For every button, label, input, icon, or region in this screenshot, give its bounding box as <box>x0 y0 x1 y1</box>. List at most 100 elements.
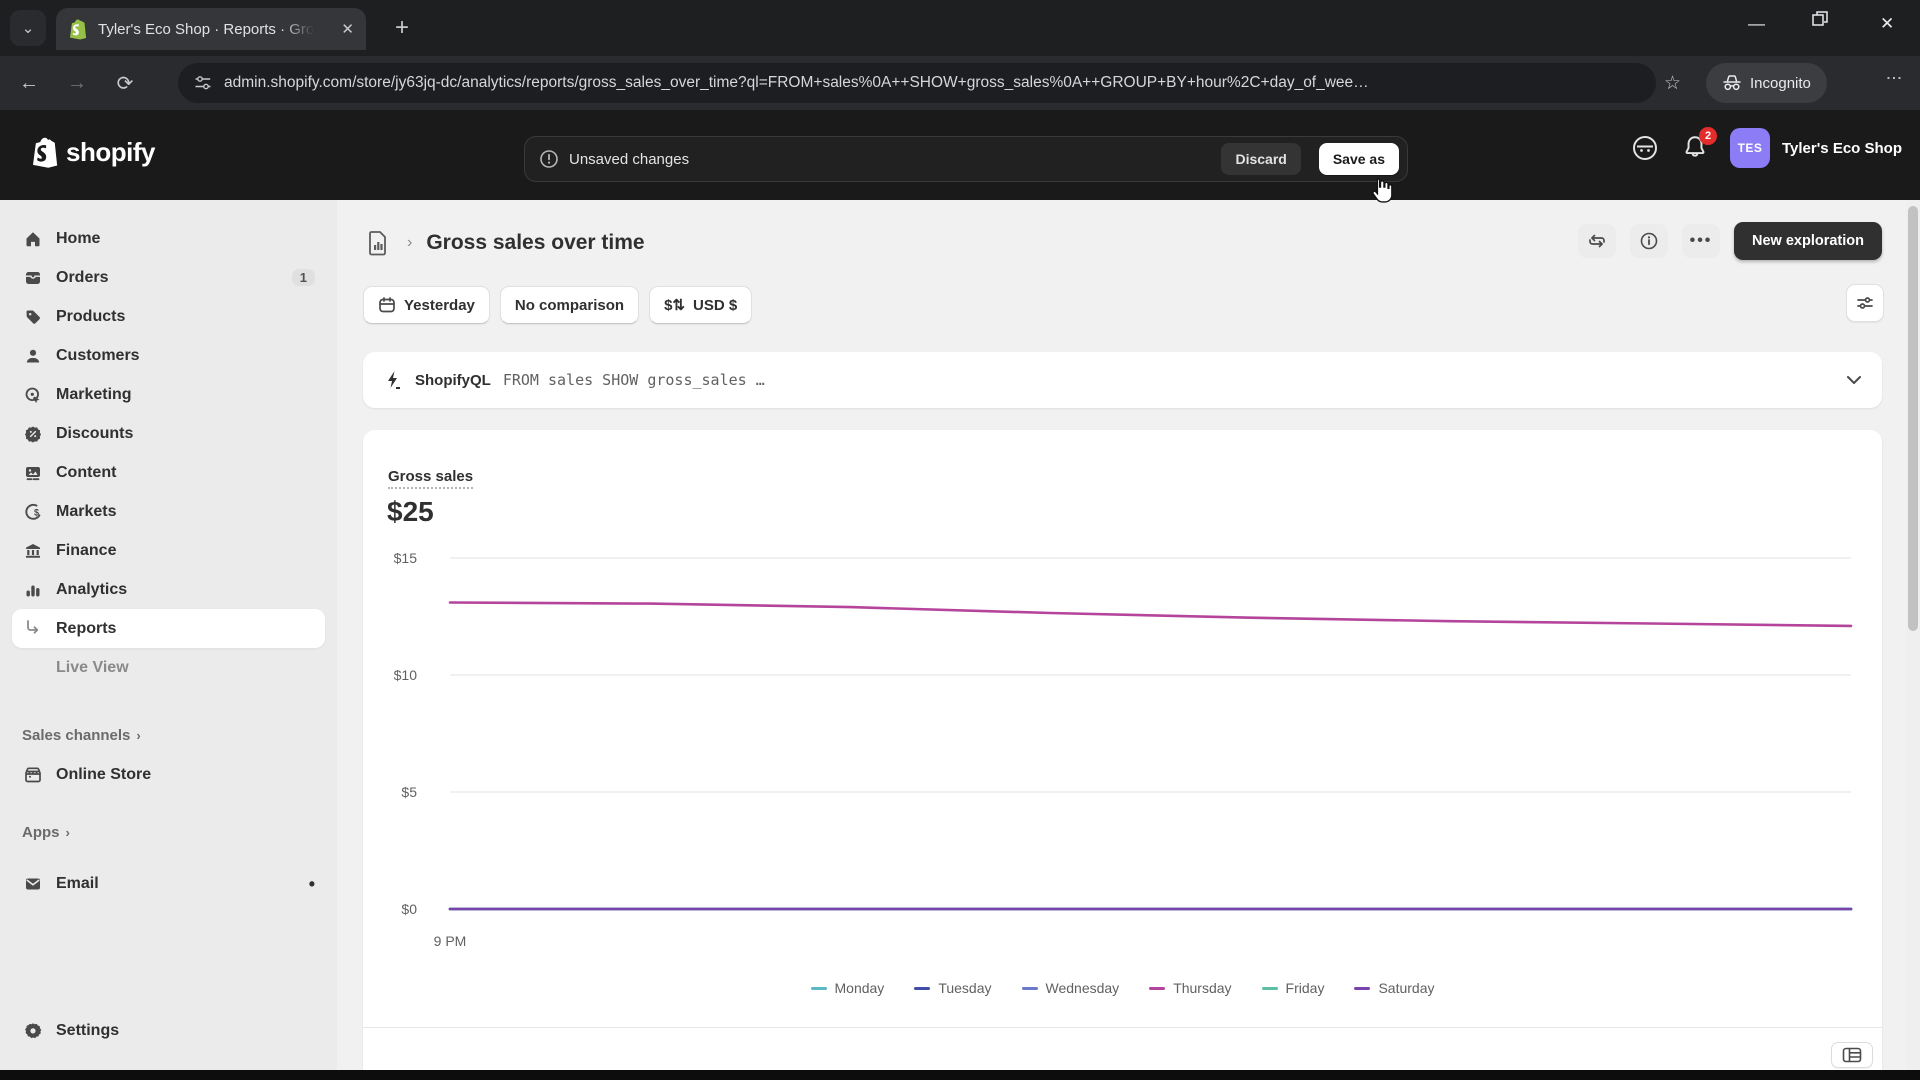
sidebar-item-home[interactable]: Home <box>12 219 325 258</box>
sidebar-item-products[interactable]: Products <box>12 297 325 336</box>
sidebar-item-online-store[interactable]: Online Store <box>12 755 325 794</box>
sidebar-item-content[interactable]: Content <box>12 453 325 492</box>
sidebar-item-label: Analytics <box>56 581 127 599</box>
tab-close-icon[interactable]: ✕ <box>341 20 354 38</box>
bookmark-star-icon[interactable]: ☆ <box>1664 72 1681 95</box>
chart-settings-button[interactable] <box>1846 284 1884 322</box>
sidebar-item-settings[interactable]: Settings <box>12 1011 325 1050</box>
unsaved-changes-banner: Unsaved changes Discard Save as <box>524 136 1408 182</box>
sidebar-item-customers[interactable]: Customers <box>12 336 325 375</box>
legend-item-friday[interactable]: Friday <box>1262 980 1325 996</box>
report-file-icon[interactable] <box>363 226 393 260</box>
apps-header[interactable]: Apps › <box>12 813 325 852</box>
sidebar-item-label: Home <box>56 230 100 248</box>
finance-icon <box>22 541 44 561</box>
tab-title: Tyler's Eco Shop · Reports · Gro <box>98 21 314 38</box>
orders-count-badge: 1 <box>292 269 315 286</box>
window-restore-icon[interactable] <box>1812 11 1828 32</box>
window-minimize-icon[interactable]: — <box>1748 14 1765 34</box>
breadcrumb-chevron-icon: › <box>407 234 412 252</box>
rerun-query-icon[interactable] <box>1578 224 1616 258</box>
comparison-filter-button[interactable]: No comparison <box>500 286 639 324</box>
browser-tab[interactable]: Tyler's Eco Shop · Reports · Gro ✕ <box>56 8 366 50</box>
y-axis-tick: $5 <box>371 784 417 800</box>
legend-label: Monday <box>835 980 885 996</box>
url-bar[interactable]: admin.shopify.com/store/jy63jq-dc/analyt… <box>178 63 1656 103</box>
legend-swatch <box>1354 987 1370 990</box>
shopifyql-query: FROM sales SHOW gross_sales … <box>503 371 765 389</box>
sidebar-item-label: Reports <box>56 620 116 638</box>
store-name: Tyler's Eco Shop <box>1782 140 1902 157</box>
currency-filter-button[interactable]: $⇅ USD $ <box>649 286 752 324</box>
legend-item-thursday[interactable]: Thursday <box>1149 980 1231 996</box>
content-icon <box>22 463 44 483</box>
tab-search-chevron-icon[interactable]: ⌄ <box>10 10 46 46</box>
sidebar: Home Orders1ProductsCustomers Marketing Dis… <box>0 200 337 1072</box>
back-icon[interactable]: ← <box>12 72 46 95</box>
customers-icon <box>22 346 44 366</box>
shopifyql-label: ShopifyQL <box>415 372 491 389</box>
sidebar-item-orders[interactable]: Orders1 <box>12 258 325 297</box>
legend-swatch <box>1262 987 1278 990</box>
new-tab-icon[interactable]: + <box>395 16 409 40</box>
sidebar-item-label: Marketing <box>56 386 132 404</box>
calendar-icon <box>378 296 396 314</box>
sliders-icon <box>1855 294 1875 312</box>
chevron-right-icon: › <box>66 825 70 840</box>
discounts-icon <box>22 424 44 444</box>
legend-label: Wednesday <box>1046 980 1120 996</box>
page-title: Gross sales over time <box>426 231 644 255</box>
legend-label: Saturday <box>1378 980 1434 996</box>
sales-chart-svg[interactable] <box>363 430 1882 970</box>
store-menu[interactable]: TES Tyler's Eco Shop <box>1730 128 1902 168</box>
discard-button[interactable]: Discard <box>1221 143 1300 175</box>
table-icon <box>1842 1047 1862 1063</box>
site-settings-icon[interactable] <box>194 74 212 92</box>
card-divider <box>363 1027 1882 1028</box>
notifications-button[interactable]: 2 <box>1682 134 1708 162</box>
screen-bottom-edge <box>0 1070 1920 1080</box>
chevron-right-icon: › <box>136 728 140 743</box>
window-close-icon[interactable]: ✕ <box>1880 14 1894 34</box>
sidebar-item-markets[interactable]: $Markets <box>12 492 325 531</box>
sidekick-icon[interactable] <box>1630 133 1660 163</box>
chart-legend: Monday Tuesday Wednesday Thursday Friday Satu… <box>363 980 1882 996</box>
new-exploration-button[interactable]: New exploration <box>1734 222 1882 260</box>
y-axis-tick: $10 <box>371 667 417 683</box>
save-as-button[interactable]: Save as <box>1319 143 1399 175</box>
forward-icon[interactable]: → <box>60 72 94 95</box>
data-table-toggle-button[interactable] <box>1831 1042 1873 1068</box>
shopify-wordmark: shopify <box>66 137 155 168</box>
email-icon <box>22 874 44 894</box>
store-avatar: TES <box>1730 128 1770 168</box>
sales-channels-header[interactable]: Sales channels › <box>12 716 325 755</box>
sidebar-item-reports[interactable]: Reports <box>12 609 325 648</box>
page-scrollbar[interactable] <box>1906 200 1920 1072</box>
legend-swatch <box>811 987 827 990</box>
sidebar-item-label: Finance <box>56 542 116 560</box>
y-axis-tick: $15 <box>371 550 417 566</box>
scrollbar-thumb[interactable] <box>1908 206 1918 631</box>
notification-badge: 2 <box>1699 127 1717 145</box>
sidebar-item-analytics[interactable]: Analytics <box>12 570 325 609</box>
info-icon[interactable] <box>1630 224 1668 258</box>
sidebar-item-marketing[interactable]: Marketing <box>12 375 325 414</box>
sidebar-item-live-view[interactable]: Live View <box>12 648 325 687</box>
sidebar-item-label: Discounts <box>56 425 133 443</box>
more-actions-icon[interactable]: ••• <box>1682 224 1720 258</box>
date-filter-button[interactable]: Yesterday <box>363 286 490 324</box>
browser-tab-strip: ⌄ Tyler's Eco Shop · Reports · Gro ✕ + —… <box>0 0 1920 56</box>
shopify-logo[interactable]: shopify <box>30 135 155 169</box>
sidebar-item-email[interactable]: Email • <box>12 864 325 903</box>
sidebar-item-discounts[interactable]: Discounts <box>12 414 325 453</box>
legend-item-monday[interactable]: Monday <box>811 980 885 996</box>
chevron-down-icon[interactable] <box>1846 375 1862 385</box>
legend-item-wednesday[interactable]: Wednesday <box>1022 980 1120 996</box>
shopifyql-bar[interactable]: ShopifyQL FROM sales SHOW gross_sales … <box>363 352 1882 408</box>
reload-icon[interactable]: ⟳ <box>108 71 142 96</box>
url-text[interactable]: admin.shopify.com/store/jy63jq-dc/analyt… <box>224 74 1640 92</box>
legend-item-tuesday[interactable]: Tuesday <box>914 980 991 996</box>
browser-menu-icon[interactable]: ⋮ <box>1884 70 1903 87</box>
sidebar-item-finance[interactable]: Finance <box>12 531 325 570</box>
legend-item-saturday[interactable]: Saturday <box>1354 980 1434 996</box>
